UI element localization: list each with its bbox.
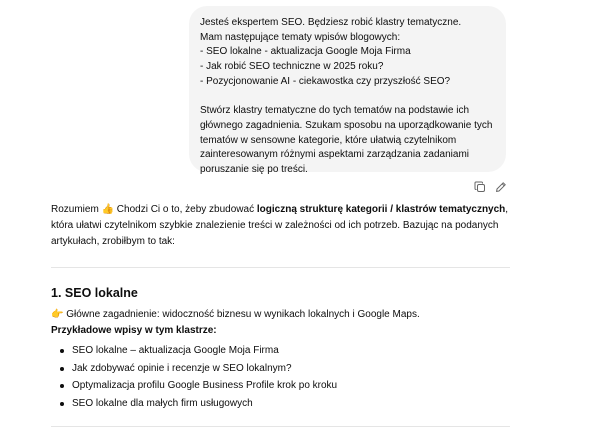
assistant-intro: Rozumiem 👍 Chodzi Ci o to, żeby zbudować… bbox=[51, 202, 511, 251]
intro-bold-text: logiczną strukturę kategorii / klastrów … bbox=[256, 204, 506, 215]
intro-text-start: Rozumiem 👍 Chodzi Ci o to, żeby zbudować bbox=[51, 204, 257, 215]
user-message-paragraph-2: Stwórz klastry tematyczne do tych temató… bbox=[200, 105, 493, 176]
cluster-examples-title: Przykładowe wpisy w tym klastrze: bbox=[51, 325, 217, 336]
list-item: Jak zdobywać opinie i recenzje w SEO lok… bbox=[51, 360, 337, 378]
cluster-heading: 1. SEO lokalne bbox=[51, 286, 138, 300]
assistant-message: Rozumiem 👍 Chodzi Ci o to, żeby zbudować… bbox=[51, 202, 511, 251]
cluster-posts-list: SEO lokalne – aktualizacja Google Moja F… bbox=[51, 342, 337, 413]
user-message-paragraph-1: Jesteś ekspertem SEO. Będziesz robić kla… bbox=[200, 17, 462, 87]
cluster-main-topic: 👉 Główne zagadnienie: widoczność biznesu… bbox=[51, 309, 420, 320]
section-divider-bottom bbox=[51, 426, 510, 427]
section-divider bbox=[51, 267, 510, 268]
user-message-bubble: Jesteś ekspertem SEO. Będziesz robić kla… bbox=[189, 6, 506, 175]
list-item: Optymalizacja profilu Google Business Pr… bbox=[51, 377, 337, 395]
list-item: SEO lokalne dla małych firm usługowych bbox=[51, 395, 337, 413]
list-item: SEO lokalne – aktualizacja Google Moja F… bbox=[51, 342, 337, 360]
copy-icon[interactable] bbox=[474, 181, 486, 193]
message-actions bbox=[474, 181, 507, 193]
pencil-icon[interactable] bbox=[495, 181, 507, 193]
